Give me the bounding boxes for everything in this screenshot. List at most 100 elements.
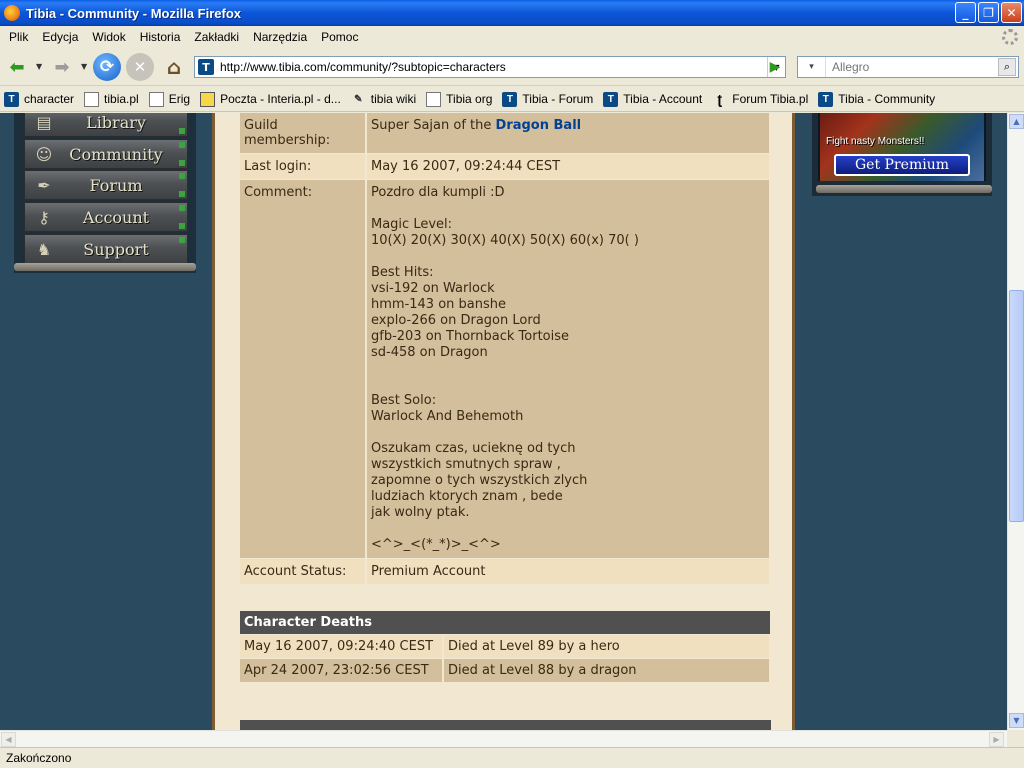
scroll-left-icon[interactable]: ◀	[1, 732, 16, 747]
go-button[interactable]: ▶	[765, 58, 785, 76]
menu-bottom-border	[14, 263, 196, 271]
get-premium-button[interactable]: Get Premium	[834, 154, 970, 176]
expand-icon	[179, 205, 185, 211]
horizontal-scrollbar[interactable]: ◀ ▶	[0, 730, 1007, 747]
last-login-value: May 16 2007, 09:24:44 CEST	[366, 153, 771, 180]
bookmark-character[interactable]: Tcharacter	[4, 91, 74, 107]
bookmark-forum-tibia-pl[interactable]: ʈ Forum Tibia.pl	[712, 91, 808, 107]
bookmark-erig[interactable]: Erig	[148, 91, 190, 107]
character-deaths-header: Character Deaths	[240, 611, 770, 635]
scroll-right-icon[interactable]: ▶	[989, 732, 1004, 747]
tibia-icon: T	[818, 91, 834, 107]
comment-value: Pozdro dla kumpli :D Magic Level: 10(X) …	[366, 179, 771, 559]
menu-edit[interactable]: Edycja	[36, 30, 84, 44]
guild-link[interactable]: Dragon Ball	[496, 118, 582, 133]
left-navigation-menu: ▤ Library ☺ Community ✒ Forum ⚷ Account …	[14, 113, 196, 273]
table-row: Guild membership: Super Sajan of the Dra…	[240, 113, 771, 154]
quill-icon: ✒	[37, 175, 51, 195]
forward-history-dropdown-icon[interactable]: ▼	[81, 62, 87, 71]
tibia-icon: T	[603, 91, 619, 107]
expand-icon	[179, 237, 185, 243]
menu-bookmarks[interactable]: Zakładki	[188, 30, 245, 44]
premium-tagline: Fight nasty Monsters!!	[826, 136, 925, 147]
bookmark-tibia-forum[interactable]: T Tibia - Forum	[502, 91, 593, 107]
bookmark-tibia-pl[interactable]: tibia.pl	[84, 91, 139, 107]
home-button[interactable]: ⌂	[160, 53, 188, 81]
death-date: Apr 24 2007, 23:02:56 CEST	[240, 658, 444, 683]
back-button[interactable]: ⬅	[3, 53, 31, 81]
back-history-dropdown-icon[interactable]: ▼	[36, 62, 42, 71]
stop-button[interactable]: ✕	[126, 53, 154, 81]
menu-button-account[interactable]: ⚷ Account	[24, 202, 188, 232]
scroll-thumb[interactable]	[1009, 290, 1024, 522]
scroll-down-icon[interactable]: ▼	[1009, 713, 1024, 728]
support-figure-icon: ♞	[36, 239, 52, 259]
throbber-icon	[1002, 29, 1018, 45]
fancy-t-icon: ʈ	[717, 91, 723, 107]
search-icon[interactable]: ⌕	[998, 58, 1016, 76]
window-titlebar: Tibia - Community - Mozilla Firefox _ ❐ …	[0, 0, 1024, 26]
menu-button-community[interactable]: ☺ Community	[24, 139, 188, 169]
address-bar[interactable]: T http://www.tibia.com/community/?subtop…	[194, 56, 786, 78]
bookmark-poczta-interia[interactable]: Poczta - Interia.pl - d...	[200, 91, 341, 107]
expand-icon	[179, 142, 185, 148]
menu-button-forum[interactable]: ✒ Forum	[24, 170, 188, 200]
main-content: Guild membership: Super Sajan of the Dra…	[212, 113, 795, 730]
premium-box-bottom-border	[816, 185, 992, 193]
close-button[interactable]: ✕	[1001, 2, 1022, 23]
page-icon	[148, 91, 164, 107]
last-login-label: Last login:	[240, 153, 367, 180]
minimize-button[interactable]: _	[955, 2, 976, 23]
wiki-icon: ✎	[354, 93, 363, 105]
bookmark-tibia-community[interactable]: T Tibia - Community	[818, 91, 935, 107]
character-deaths-table: Character Deaths May 16 2007, 09:24:40 C…	[240, 611, 771, 683]
search-box[interactable]: ▾ ⌕	[797, 56, 1019, 78]
menu-button-support[interactable]: ♞ Support	[24, 234, 188, 264]
expand-icon	[179, 173, 185, 179]
guild-membership-value: Super Sajan of the Dragon Ball	[366, 113, 771, 154]
scroll-up-icon[interactable]: ▲	[1009, 114, 1024, 129]
character-information-table: Guild membership: Super Sajan of the Dra…	[240, 113, 771, 585]
bookmark-tibia-org[interactable]: Tibia org	[426, 91, 492, 107]
vertical-scrollbar[interactable]: ▲ ▼	[1007, 113, 1024, 730]
table-row: Account Status: Premium Account	[240, 558, 771, 585]
search-engine-selector-icon[interactable]: ▾	[798, 57, 826, 77]
next-section-header	[240, 720, 771, 730]
table-row: Apr 24 2007, 23:02:56 CEST Died at Level…	[240, 658, 771, 683]
tibia-icon: T	[4, 91, 19, 107]
reload-button[interactable]: ⟳	[93, 53, 121, 81]
maximize-button[interactable]: ❐	[978, 2, 999, 23]
menu-button-library[interactable]: ▤ Library	[24, 113, 188, 137]
bookmark-tibia-account[interactable]: T Tibia - Account	[603, 91, 702, 107]
people-icon: ☺	[35, 144, 53, 164]
death-description: Died at Level 88 by a dragon	[443, 658, 771, 683]
page-icon	[426, 91, 442, 107]
premium-advert-box: Fight nasty Monsters!! Get Premium	[812, 113, 992, 196]
guild-membership-label: Guild membership:	[240, 113, 367, 154]
menu-bar: Plik Edycja Widok Historia Zakładki Narz…	[0, 26, 1024, 48]
window-title: Tibia - Community - Mozilla Firefox	[26, 5, 241, 21]
menu-history[interactable]: Historia	[134, 30, 187, 44]
search-input[interactable]	[830, 58, 990, 76]
table-row: Last login: May 16 2007, 09:24:44 CEST	[240, 153, 771, 180]
site-favicon-icon: T	[198, 59, 214, 75]
forward-button[interactable]: ➡	[48, 53, 76, 81]
status-text: Zakończono	[6, 751, 72, 765]
table-row: Comment: Pozdro dla kumpli :D Magic Leve…	[240, 179, 771, 559]
scrollbar-corner	[1007, 730, 1024, 747]
death-date: May 16 2007, 09:24:40 CEST	[240, 634, 444, 659]
firefox-icon	[4, 5, 20, 21]
expand-icon	[179, 191, 185, 197]
page-viewport: ▤ Library ☺ Community ✒ Forum ⚷ Account …	[0, 113, 1007, 730]
menu-view[interactable]: Widok	[86, 30, 131, 44]
account-status-value: Premium Account	[366, 558, 771, 585]
url-text[interactable]: http://www.tibia.com/community/?subtopic…	[220, 60, 506, 74]
bookmark-tibia-wiki[interactable]: ✎ tibia wiki	[351, 92, 416, 107]
comment-label: Comment:	[240, 179, 367, 559]
expand-icon	[179, 128, 185, 134]
menu-help[interactable]: Pomoc	[315, 30, 364, 44]
account-status-label: Account Status:	[240, 558, 367, 585]
key-icon: ⚷	[38, 207, 50, 227]
menu-file[interactable]: Plik	[3, 30, 34, 44]
menu-tools[interactable]: Narzędzia	[247, 30, 313, 44]
